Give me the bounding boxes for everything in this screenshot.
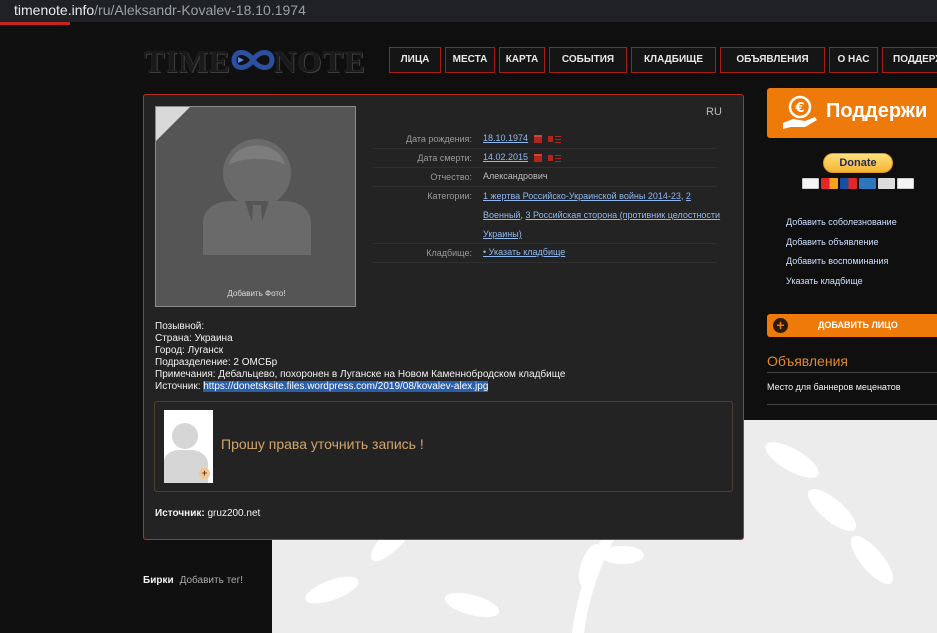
source-line-label: Источник: — [155, 381, 201, 392]
set-cemetery-sidebar-link[interactable]: Указать кладбище — [786, 276, 897, 296]
add-photo-plus-icon[interactable]: + — [199, 468, 210, 479]
nav-item-about[interactable]: О НАС — [829, 47, 878, 73]
nav-item-map[interactable]: КАРТА — [499, 47, 545, 73]
url-path: /ru/Aleksandr-Kovalev-18.10.1974 — [94, 2, 306, 18]
tags-row: Бирки Добавить тег! — [143, 575, 243, 586]
source-value: gruz200.net — [207, 508, 261, 519]
profile-card: Добавить Фото! RU Дата рождения: 18.10.1… — [143, 94, 744, 540]
bio-text: Позывной: Страна: Украина Город: Луганск… — [155, 321, 565, 393]
svg-text:€: € — [794, 101, 804, 116]
add-memories-link[interactable]: Добавить воспоминания — [786, 256, 897, 276]
cemetery-label: Кладбище: — [426, 248, 472, 258]
source-line: Источник: https://donetsksite.files.word… — [155, 381, 565, 393]
plus-icon: + — [773, 318, 788, 333]
patronymic-value: Александрович — [483, 171, 548, 181]
cemetery-row: Кладбище: • Указать кладбище — [372, 244, 717, 263]
donate-button[interactable]: Donate — [823, 153, 893, 173]
nav-item-support[interactable]: ПОДДЕРЖКА — [882, 47, 937, 73]
photo-corner-ribbon — [156, 107, 190, 141]
maestro-icon — [840, 178, 857, 189]
death-label: Дата смерти: — [417, 153, 472, 163]
death-row: Дата смерти: 14.02.2015 — [372, 149, 717, 168]
people-list-icon[interactable] — [548, 134, 562, 143]
calendar-icon[interactable] — [534, 134, 543, 143]
person-silhouette-icon — [203, 139, 311, 255]
coin-hand-icon: € — [783, 95, 817, 129]
language-label[interactable]: RU — [706, 106, 722, 118]
categories-label: Категории: — [427, 191, 472, 201]
add-photo-label[interactable]: Добавить Фото! — [156, 289, 355, 298]
country-line: Страна: Украина — [155, 333, 233, 344]
patronymic-label: Отчество: — [430, 172, 472, 182]
add-face-label: ДОБАВИТЬ ЛИЦО — [818, 320, 898, 330]
source-footer: Источник: gruz200.net — [155, 508, 260, 519]
unit-line: Подразделение: 2 ОМСБр — [155, 357, 278, 368]
logo-text-left: TIME — [144, 44, 231, 79]
note-text: Прошу права уточнить запись ! — [221, 436, 424, 452]
logo-text-right: NOTE — [274, 44, 366, 79]
set-cemetery-link[interactable]: • Указать кладбище — [483, 247, 565, 257]
site-logo[interactable]: TIME NOTE — [142, 42, 372, 79]
address-bar[interactable]: timenote.info/ru/Aleksandr-Kovalev-18.10… — [0, 0, 937, 22]
calendar-icon[interactable] — [534, 153, 543, 162]
profile-info: Дата рождения: 18.10.1974 Дата смерти: 1… — [372, 130, 720, 263]
note-avatar[interactable]: + — [164, 410, 213, 483]
infinity-icon — [231, 50, 275, 70]
birth-date-link[interactable]: 18.10.1974 — [483, 133, 528, 143]
divider — [767, 372, 937, 373]
nav-item-faces[interactable]: ЛИЦА — [389, 47, 441, 73]
categories-row: Категории: 1 жертва Российско-Украинской… — [372, 187, 720, 244]
amex-icon — [859, 178, 876, 189]
city-line: Город: Луганск — [155, 345, 224, 356]
source-label: Источник: — [155, 508, 205, 519]
visa-icon — [802, 178, 819, 189]
payment-cards — [802, 178, 916, 189]
birth-label: Дата рождения: — [406, 134, 472, 144]
add-condolence-link[interactable]: Добавить соболезнование — [786, 217, 897, 237]
mastercard-icon — [821, 178, 838, 189]
divider — [767, 404, 937, 405]
add-tag-link[interactable]: Добавить тег! — [180, 575, 243, 586]
notes-line: Примечания: Дебальцево, похоронен в Луга… — [155, 369, 566, 380]
discover-icon — [897, 178, 914, 189]
add-announcement-link[interactable]: Добавить объявление — [786, 237, 897, 257]
support-label: Поддержи — [826, 100, 928, 122]
source-url-link[interactable]: https://donetsksite.files.wordpress.com/… — [203, 381, 489, 392]
nav-item-cemetery[interactable]: КЛАДБИЩЕ — [631, 47, 716, 73]
ads-title: Объявления — [767, 353, 848, 369]
birth-row: Дата рождения: 18.10.1974 — [372, 130, 717, 149]
bank-icon — [878, 178, 895, 189]
nav-item-events[interactable]: СОБЫТИЯ — [549, 47, 627, 73]
death-date-link[interactable]: 14.02.2015 — [483, 152, 528, 162]
sidebar-links: Добавить соболезнование Добавить объявле… — [786, 217, 897, 295]
nav-item-places[interactable]: МЕСТА — [445, 47, 495, 73]
tags-label: Бирки — [143, 575, 174, 586]
people-list-icon[interactable] — [548, 153, 562, 162]
callsign-line: Позывной: — [155, 321, 205, 332]
nav-item-announcements[interactable]: ОБЪЯВЛЕНИЯ — [720, 47, 825, 73]
add-face-button[interactable]: + ДОБАВИТЬ ЛИЦО — [767, 314, 937, 337]
category-link[interactable]: 1 жертва Российско-Украинской войны 2014… — [483, 191, 681, 201]
main-nav: ЛИЦА МЕСТА КАРТА СОБЫТИЯ КЛАДБИЩЕ ОБЪЯВЛ… — [389, 47, 937, 73]
profile-photo[interactable]: Добавить Фото! — [155, 106, 356, 307]
patronymic-row: Отчество: Александрович — [372, 168, 717, 187]
ads-text: Место для баннеров меценатов — [767, 382, 901, 392]
note-box: + Прошу права уточнить запись ! — [154, 401, 733, 492]
url-host: timenote.info — [14, 2, 95, 18]
support-button[interactable]: € Поддержи — [767, 88, 937, 138]
